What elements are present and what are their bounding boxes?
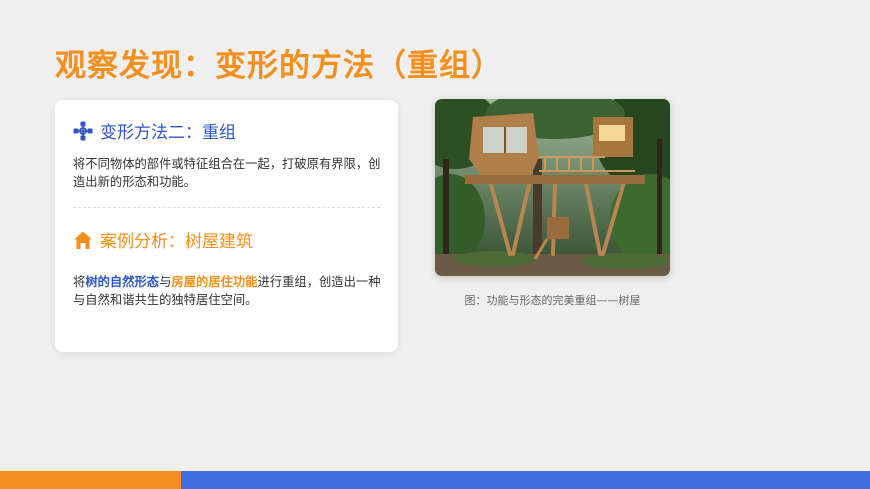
photo-caption: 图：功能与形态的完美重组——树屋 — [464, 294, 641, 307]
page-title: 观察发现：变形的方法（重组） — [55, 48, 503, 84]
hub-network-icon — [73, 121, 93, 141]
footer-bar-blue — [181, 471, 870, 489]
text-fragment: 将 — [73, 275, 86, 289]
highlight-tree-form: 树的自然形态 — [85, 274, 160, 289]
section-heading-recombination: 变形方法二：重组 — [73, 118, 236, 143]
text-fragment: 与 — [159, 275, 172, 289]
case-study-description: 将树的自然形态与房屋的居住功能进行重组，创造出一种与自然和谐共生的独特居住空间。 — [73, 273, 383, 309]
section-description: 将不同物体的部件或特征组合在一起，打破原有界限，创造出新的形态和功能。 — [73, 157, 381, 189]
section-heading-label: 案例分析：树屋建筑 — [100, 232, 253, 252]
treehouse-photo — [435, 99, 670, 276]
footer-bar-orange — [0, 471, 181, 489]
content-card: 变形方法二：重组 将不同物体的部件或特征组合在一起，打破原有界限，创造出新的形态… — [55, 100, 398, 352]
section-heading-label: 变形方法二：重组 — [100, 123, 236, 143]
house-icon — [73, 230, 93, 250]
dashed-divider — [73, 207, 380, 208]
section-heading-case-study: 案例分析：树屋建筑 — [73, 227, 253, 252]
highlight-house-function: 房屋的居住功能 — [171, 274, 258, 289]
